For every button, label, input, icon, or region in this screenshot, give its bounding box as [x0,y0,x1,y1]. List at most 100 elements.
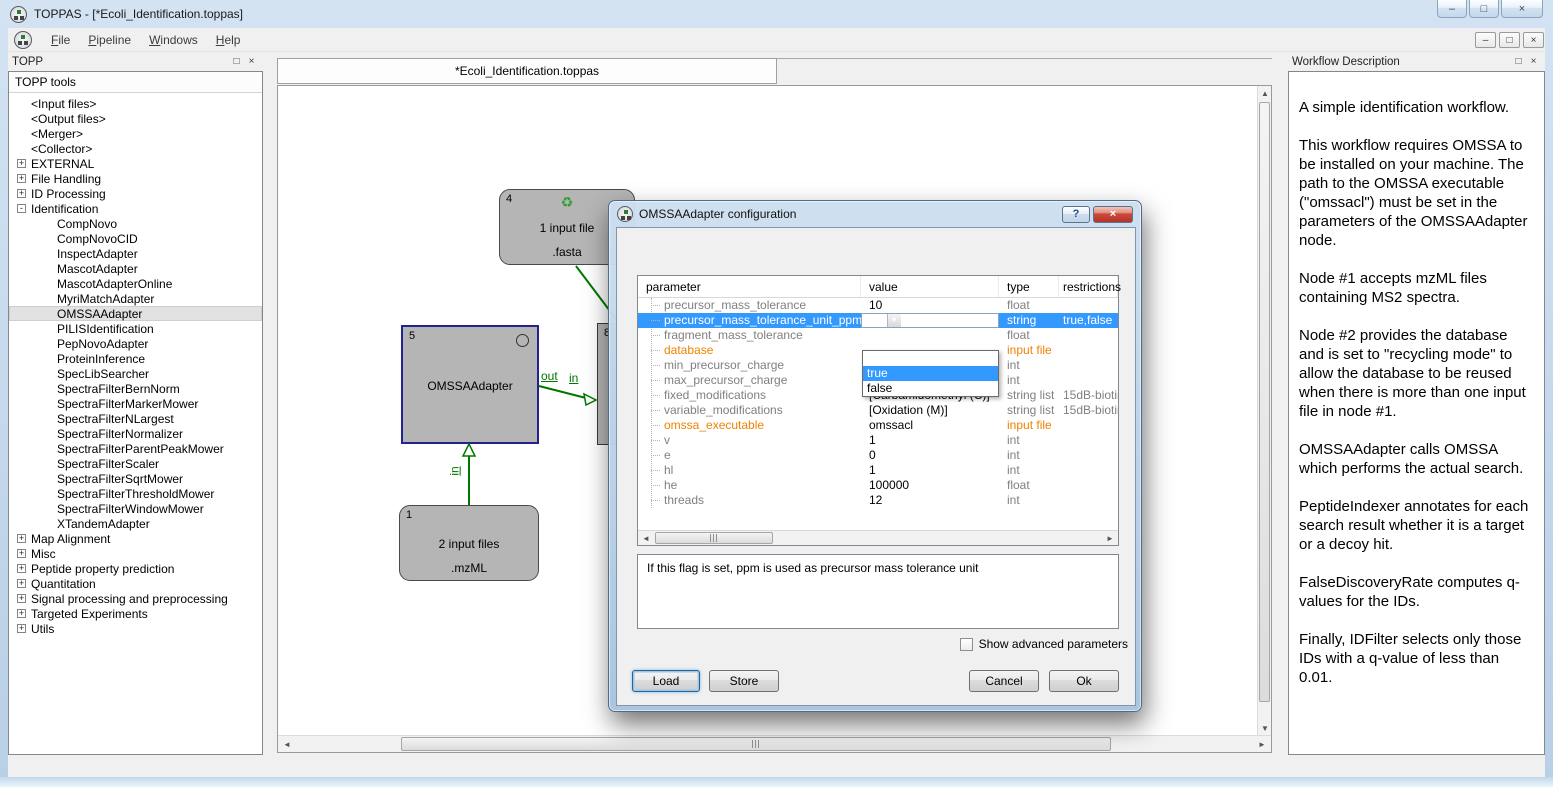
tree-item-spectrafilterparentpeakmower[interactable]: SpectraFilterParentPeakMower [9,441,262,456]
menu-file[interactable]: File [42,30,79,50]
scroll-down-icon[interactable]: ▼ [1258,724,1272,733]
minimize-button[interactable]: – [1437,0,1467,18]
tree-item-proteininference[interactable]: ProteinInference [9,351,262,366]
dock-float-button[interactable]: □ [1511,55,1526,69]
param-row-hl[interactable]: hl1int [638,463,1118,478]
column-type[interactable]: type [999,276,1059,297]
scroll-left-icon[interactable]: ◄ [640,534,652,543]
tree-item-external[interactable]: +EXTERNAL [9,156,262,171]
canvas-hscroll-thumb[interactable] [401,737,1111,751]
dropdown-option-empty[interactable] [863,351,998,366]
tree-expander-icon[interactable]: + [17,579,26,588]
ok-button[interactable]: Ok [1049,670,1119,692]
tree-item-map-alignment[interactable]: +Map Alignment [9,531,262,546]
param-row-variable_modifications[interactable]: variable_modifications[Oxidation (M)]str… [638,403,1118,418]
close-button[interactable]: × [1501,0,1543,18]
dialog-title-bar[interactable]: OMSSAAdapter configuration ? × [609,201,1141,227]
tree-expander-icon[interactable]: + [17,549,26,558]
tree-expander-icon[interactable]: - [17,204,26,213]
node-input-mzml[interactable]: 1 2 input files .mzML [399,505,539,581]
tree-item--merger-[interactable]: <Merger> [9,126,262,141]
tree-expander-icon[interactable]: + [17,594,26,603]
restore-button[interactable]: □ [1469,0,1499,18]
show-advanced-checkbox[interactable] [960,638,973,651]
tree-expander-icon[interactable]: + [17,174,26,183]
param-row-precursor_mass_tolerance_unit_ppm[interactable]: precursor_mass_tolerance_unit_ppmtrue▼st… [638,313,1118,328]
tree-item-spectrafilterwindowmower[interactable]: SpectraFilterWindowMower [9,501,262,516]
value-dropdown-popup[interactable]: truefalse [862,350,999,397]
dropdown-option-true[interactable]: true [863,366,998,381]
scroll-left-icon[interactable]: ◄ [280,740,294,749]
tree-item-spectrafiltersqrtmower[interactable]: SpectraFilterSqrtMower [9,471,262,486]
tree-item-peptide-property-prediction[interactable]: +Peptide property prediction [9,561,262,576]
tree-item-inspectadapter[interactable]: InspectAdapter [9,246,262,261]
scroll-up-icon[interactable]: ▲ [1258,89,1272,98]
param-row-omssa_executable[interactable]: omssa_executableomssaclinput file [638,418,1118,433]
tree-item-file-handling[interactable]: +File Handling [9,171,262,186]
tree-item-pepnovoadapter[interactable]: PepNovoAdapter [9,336,262,351]
tab-ecoli-identification[interactable]: *Ecoli_Identification.toppas [277,58,777,84]
tree-item-speclibsearcher[interactable]: SpecLibSearcher [9,366,262,381]
combobox-arrow-icon[interactable]: ▼ [887,314,901,327]
column-value[interactable]: value [861,276,999,297]
tree-item-compnovocid[interactable]: CompNovoCID [9,231,262,246]
menu-pipeline[interactable]: Pipeline [79,30,140,50]
canvas-vertical-scrollbar[interactable]: ▲ ▼ [1257,86,1271,736]
column-parameter[interactable]: parameter [638,276,861,297]
menu-windows[interactable]: Windows [140,30,207,50]
store-button[interactable]: Store [709,670,779,692]
table-hscroll-thumb[interactable] [655,532,773,544]
tree-item-mascotadapteronline[interactable]: MascotAdapterOnline [9,276,262,291]
tree-item-spectrafilterbernnorm[interactable]: SpectraFilterBernNorm [9,381,262,396]
cancel-button[interactable]: Cancel [969,670,1039,692]
tree-item--input-files-[interactable]: <Input files> [9,96,262,111]
dropdown-option-false[interactable]: false [863,381,998,396]
tree-expander-icon[interactable]: + [17,159,26,168]
tree-expander-icon[interactable]: + [17,564,26,573]
mdi-restore-button[interactable]: □ [1499,32,1520,48]
tree-item-myrimatchadapter[interactable]: MyriMatchAdapter [9,291,262,306]
tree-expander-icon[interactable]: + [17,189,26,198]
tree-item-spectrafilternlargest[interactable]: SpectraFilterNLargest [9,411,262,426]
tree-expander-icon[interactable]: + [17,609,26,618]
param-row-he[interactable]: he100000float [638,478,1118,493]
tree-item-pilisidentification[interactable]: PILISIdentification [9,321,262,336]
tree-expander-icon[interactable]: + [17,534,26,543]
dialog-close-button[interactable]: × [1093,206,1133,223]
node-omssaadapter[interactable]: 5 OMSSAAdapter [401,325,539,444]
tree-item-misc[interactable]: +Misc [9,546,262,561]
tree-item-omssaadapter[interactable]: OMSSAAdapter [9,306,262,321]
tree-item--collector-[interactable]: <Collector> [9,141,262,156]
tree-item-spectrafilterscaler[interactable]: SpectraFilterScaler [9,456,262,471]
param-row-fragment_mass_tolerance[interactable]: fragment_mass_tolerancefloat [638,328,1118,343]
dock-float-button[interactable]: □ [229,55,244,69]
table-horizontal-scrollbar[interactable]: ◄ ► [638,530,1118,545]
param-row-e[interactable]: e0int [638,448,1118,463]
tree-item-compnovo[interactable]: CompNovo [9,216,262,231]
tree-item-xtandemadapter[interactable]: XTandemAdapter [9,516,262,531]
tree-item-signal-processing-and-preprocessing[interactable]: +Signal processing and preprocessing [9,591,262,606]
param-row-precursor_mass_tolerance[interactable]: precursor_mass_tolerance10float [638,298,1118,313]
scroll-right-icon[interactable]: ► [1104,534,1116,543]
canvas-horizontal-scrollbar[interactable]: ◄ ► [278,735,1271,752]
tree-item--output-files-[interactable]: <Output files> [9,111,262,126]
tree-item-spectrafilternormalizer[interactable]: SpectraFilterNormalizer [9,426,262,441]
param-row-threads[interactable]: threads12int [638,493,1118,508]
tree-item-mascotadapter[interactable]: MascotAdapter [9,261,262,276]
tree-item-quantitation[interactable]: +Quantitation [9,576,262,591]
load-button[interactable]: Load [632,670,700,692]
column-restrictions[interactable]: restrictions [1059,276,1118,297]
tree-item-utils[interactable]: +Utils [9,621,262,636]
tree-expander-icon[interactable]: + [17,624,26,633]
tree-item-spectrafiltermarkermower[interactable]: SpectraFilterMarkerMower [9,396,262,411]
scroll-right-icon[interactable]: ► [1255,740,1269,749]
canvas-vscroll-thumb[interactable] [1259,102,1270,702]
title-bar[interactable]: TOPPAS - [*Ecoli_Identification.toppas] … [0,0,1553,28]
menu-help[interactable]: Help [207,30,250,50]
dock-close-button[interactable]: × [244,55,259,69]
tree-item-identification[interactable]: -Identification [9,201,262,216]
tree-item-id-processing[interactable]: +ID Processing [9,186,262,201]
param-row-v[interactable]: v1int [638,433,1118,448]
value-combobox[interactable]: true▼ [861,313,999,328]
mdi-close-button[interactable]: × [1523,32,1544,48]
